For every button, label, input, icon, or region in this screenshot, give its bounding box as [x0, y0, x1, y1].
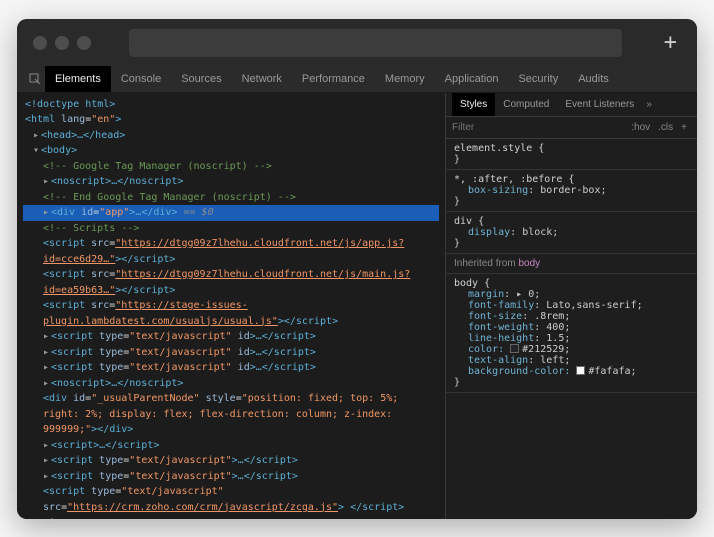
dom-tree[interactable]: <!doctype html> <html lang="en"> ▸<head>…: [17, 93, 445, 519]
style-rule[interactable]: element.style { }: [446, 139, 697, 170]
dom-line[interactable]: <html lang="en">: [23, 112, 439, 128]
dom-line[interactable]: ▸<script type="text/javascript" id>…</sc…: [23, 360, 439, 376]
tab-memory[interactable]: Memory: [375, 66, 435, 92]
dom-line[interactable]: ▾<body>: [23, 143, 439, 159]
inherited-link[interactable]: body: [518, 258, 540, 269]
dom-line[interactable]: <script type="text/javascript" src="http…: [23, 484, 439, 515]
color-swatch-icon[interactable]: [576, 366, 585, 375]
tab-network[interactable]: Network: [232, 66, 292, 92]
color-swatch-icon[interactable]: [510, 344, 519, 353]
tab-security[interactable]: Security: [508, 66, 568, 92]
dom-line[interactable]: ▸<script>…</script>: [23, 438, 439, 454]
styles-tab-computed[interactable]: Computed: [495, 93, 557, 117]
dom-line-selected[interactable]: ▸<div id="app">…</div> == $0: [23, 205, 439, 221]
styles-tabs: Styles Computed Event Listeners »: [446, 93, 697, 117]
minimize-traffic-light[interactable]: [55, 36, 69, 50]
style-rule[interactable]: div { display: block; }: [446, 212, 697, 254]
dom-line[interactable]: ▸<head>…</head>: [23, 128, 439, 144]
styles-tab-styles[interactable]: Styles: [452, 93, 495, 117]
dom-line[interactable]: <!-- Scripts -->: [23, 221, 439, 237]
dom-line[interactable]: <!-- End Google Tag Manager (noscript) -…: [23, 190, 439, 206]
tab-application[interactable]: Application: [435, 66, 509, 92]
cls-button[interactable]: .cls: [654, 122, 677, 133]
more-tabs-icon[interactable]: »: [646, 99, 652, 110]
dom-line[interactable]: <script src="https://stage-issues-plugin…: [23, 298, 439, 329]
tab-sources[interactable]: Sources: [171, 66, 231, 92]
add-rule-button[interactable]: +: [677, 122, 691, 133]
dom-line[interactable]: ▸<script type="text/javascript" id>…</sc…: [23, 329, 439, 345]
filter-row: :hov .cls +: [446, 117, 697, 139]
tab-console[interactable]: Console: [111, 66, 171, 92]
dom-line[interactable]: <div id="_usualParentNode" style="positi…: [23, 391, 439, 438]
dom-line[interactable]: ▸<script type="text/javascript" id>…</sc…: [23, 345, 439, 361]
dom-line[interactable]: <script src="https://dtgg09z7lhehu.cloud…: [23, 236, 439, 267]
close-traffic-light[interactable]: [33, 36, 47, 50]
tab-elements[interactable]: Elements: [45, 66, 111, 92]
url-bar[interactable]: [129, 29, 622, 57]
tab-audits[interactable]: Audits: [568, 66, 619, 92]
styles-panel: Styles Computed Event Listeners » :hov .…: [445, 93, 697, 519]
hov-button[interactable]: :hov: [627, 122, 654, 133]
dom-line[interactable]: ▸<script type="text/javascript">…</scrip…: [23, 469, 439, 485]
dom-line[interactable]: ▸<noscript>…</noscript>: [23, 376, 439, 392]
dom-line[interactable]: <!-- Google Tag Manager (noscript) -->: [23, 159, 439, 175]
dom-line[interactable]: ▸<noscript>…</noscript>: [23, 174, 439, 190]
inherited-from: Inherited from body: [446, 254, 697, 274]
style-rule[interactable]: body { margin: ▸ 0; font-family: Lato,sa…: [446, 274, 697, 393]
styles-tab-event-listeners[interactable]: Event Listeners: [557, 93, 642, 117]
browser-window: + Elements Console Sources Network Perfo…: [17, 19, 697, 519]
style-rule[interactable]: *, :after, :before { box-sizing: border-…: [446, 170, 697, 212]
dom-line[interactable]: <!doctype html>: [23, 97, 439, 113]
dom-line[interactable]: <script src="https://dtgg09z7lhehu.cloud…: [23, 267, 439, 298]
titlebar: +: [17, 19, 697, 67]
styles-filter-input[interactable]: [452, 122, 627, 133]
zoom-traffic-light[interactable]: [77, 36, 91, 50]
inspect-icon[interactable]: [25, 73, 45, 85]
tab-performance[interactable]: Performance: [292, 66, 375, 92]
dom-line[interactable]: ▸<script type="text/javascript">…</scrip…: [23, 453, 439, 469]
dom-line[interactable]: <!-- … -->: [23, 515, 439, 519]
devtools-tabs: Elements Console Sources Network Perform…: [17, 67, 697, 93]
devtools-content: <!doctype html> <html lang="en"> ▸<head>…: [17, 93, 697, 519]
new-tab-button[interactable]: +: [660, 30, 681, 55]
